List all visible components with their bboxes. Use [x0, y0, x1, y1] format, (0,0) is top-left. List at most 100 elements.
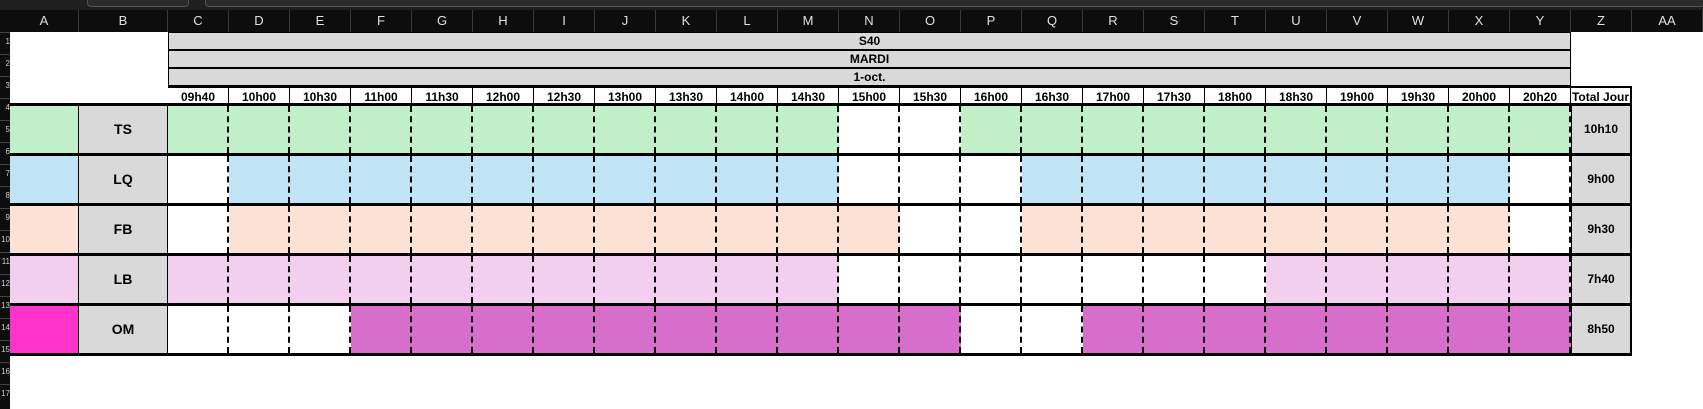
schedule-slot[interactable] [1266, 156, 1327, 203]
schedule-slot[interactable] [412, 206, 473, 253]
schedule-slot[interactable] [473, 156, 534, 203]
schedule-slot[interactable] [229, 206, 290, 253]
column-header-r[interactable]: R [1083, 10, 1144, 32]
schedule-slot[interactable] [1327, 156, 1388, 203]
schedule-slot[interactable] [961, 206, 1022, 253]
schedule-slot[interactable] [656, 256, 717, 303]
toolbar-button[interactable] [87, 0, 189, 7]
row-header-10[interactable]: 10 [0, 236, 10, 244]
schedule-slot[interactable] [290, 156, 351, 203]
schedule-slot[interactable] [534, 256, 595, 303]
column-header-l[interactable]: L [717, 10, 778, 32]
schedule-slot[interactable] [1205, 306, 1266, 353]
schedule-slot[interactable] [1510, 256, 1571, 303]
row-header-15[interactable]: 15 [0, 346, 10, 354]
schedule-slot[interactable] [839, 156, 900, 203]
schedule-slot[interactable] [534, 306, 595, 353]
column-header-i[interactable]: I [534, 10, 595, 32]
employee-color-marker[interactable] [10, 256, 79, 303]
column-header-u[interactable]: U [1266, 10, 1327, 32]
row-header-6[interactable]: 6 [0, 148, 10, 156]
schedule-slot[interactable] [351, 306, 412, 353]
employee-label-lb[interactable]: LB [79, 256, 168, 303]
schedule-slot[interactable] [717, 256, 778, 303]
schedule-slot[interactable] [1022, 306, 1083, 353]
schedule-slot[interactable] [778, 156, 839, 203]
row-header-7[interactable]: 7 [0, 170, 10, 178]
column-header-a[interactable]: A [10, 10, 79, 32]
schedule-slot[interactable] [351, 106, 412, 153]
schedule-slot[interactable] [1083, 206, 1144, 253]
schedule-slot[interactable] [1266, 256, 1327, 303]
schedule-slot[interactable] [229, 156, 290, 203]
employee-color-marker[interactable] [10, 106, 79, 153]
schedule-slot[interactable] [168, 106, 229, 153]
schedule-slot[interactable] [839, 256, 900, 303]
schedule-slot[interactable] [1266, 206, 1327, 253]
column-header-m[interactable]: M [778, 10, 839, 32]
schedule-slot[interactable] [839, 206, 900, 253]
schedule-slot[interactable] [1327, 306, 1388, 353]
schedule-slot[interactable] [1083, 156, 1144, 203]
row-header-13[interactable]: 13 [0, 302, 10, 310]
schedule-slot[interactable] [290, 306, 351, 353]
schedule-slot[interactable] [412, 306, 473, 353]
schedule-slot[interactable] [168, 206, 229, 253]
schedule-slot[interactable] [1205, 106, 1266, 153]
employee-total[interactable]: 10h10 [1571, 106, 1632, 153]
column-header-g[interactable]: G [412, 10, 473, 32]
schedule-slot[interactable] [1510, 306, 1571, 353]
row-header-16[interactable]: 16 [0, 368, 10, 376]
schedule-slot[interactable] [717, 156, 778, 203]
schedule-slot[interactable] [778, 106, 839, 153]
schedule-slot[interactable] [1144, 256, 1205, 303]
column-header-f[interactable]: F [351, 10, 412, 32]
schedule-slot[interactable] [900, 256, 961, 303]
column-header-z[interactable]: Z [1571, 10, 1632, 32]
schedule-slot[interactable] [1205, 256, 1266, 303]
column-header-p[interactable]: P [961, 10, 1022, 32]
schedule-slot[interactable] [595, 256, 656, 303]
schedule-slot[interactable] [1449, 106, 1510, 153]
schedule-slot[interactable] [412, 156, 473, 203]
column-header-d[interactable]: D [229, 10, 290, 32]
schedule-slot[interactable] [595, 206, 656, 253]
employee-total[interactable]: 8h50 [1571, 306, 1632, 353]
employee-color-marker[interactable] [10, 156, 79, 203]
column-header-v[interactable]: V [1327, 10, 1388, 32]
schedule-slot[interactable] [290, 106, 351, 153]
schedule-slot[interactable] [900, 206, 961, 253]
schedule-slot[interactable] [1449, 306, 1510, 353]
row-header-8[interactable]: 8 [0, 192, 10, 200]
schedule-slot[interactable] [778, 256, 839, 303]
schedule-slot[interactable] [473, 306, 534, 353]
column-header-k[interactable]: K [656, 10, 717, 32]
schedule-slot[interactable] [656, 106, 717, 153]
schedule-slot[interactable] [351, 206, 412, 253]
schedule-slot[interactable] [961, 306, 1022, 353]
column-header-h[interactable]: H [473, 10, 534, 32]
schedule-slot[interactable] [1144, 306, 1205, 353]
schedule-slot[interactable] [351, 256, 412, 303]
schedule-slot[interactable] [839, 106, 900, 153]
employee-label-ts[interactable]: TS [79, 106, 168, 153]
schedule-slot[interactable] [595, 106, 656, 153]
row-header-5[interactable]: 5 [0, 126, 10, 134]
schedule-slot[interactable] [1449, 256, 1510, 303]
schedule-slot[interactable] [168, 156, 229, 203]
employee-label-fb[interactable]: FB [79, 206, 168, 253]
row-header-17[interactable]: 17 [0, 390, 10, 398]
schedule-slot[interactable] [290, 206, 351, 253]
schedule-slot[interactable] [1449, 156, 1510, 203]
column-header-q[interactable]: Q [1022, 10, 1083, 32]
column-header-b[interactable]: B [79, 10, 168, 32]
schedule-slot[interactable] [717, 206, 778, 253]
schedule-slot[interactable] [1388, 156, 1449, 203]
schedule-slot[interactable] [1144, 156, 1205, 203]
schedule-slot[interactable] [229, 106, 290, 153]
schedule-slot[interactable] [1083, 106, 1144, 153]
schedule-slot[interactable] [1266, 106, 1327, 153]
column-header-y[interactable]: Y [1510, 10, 1571, 32]
schedule-slot[interactable] [1327, 256, 1388, 303]
schedule-slot[interactable] [1388, 256, 1449, 303]
